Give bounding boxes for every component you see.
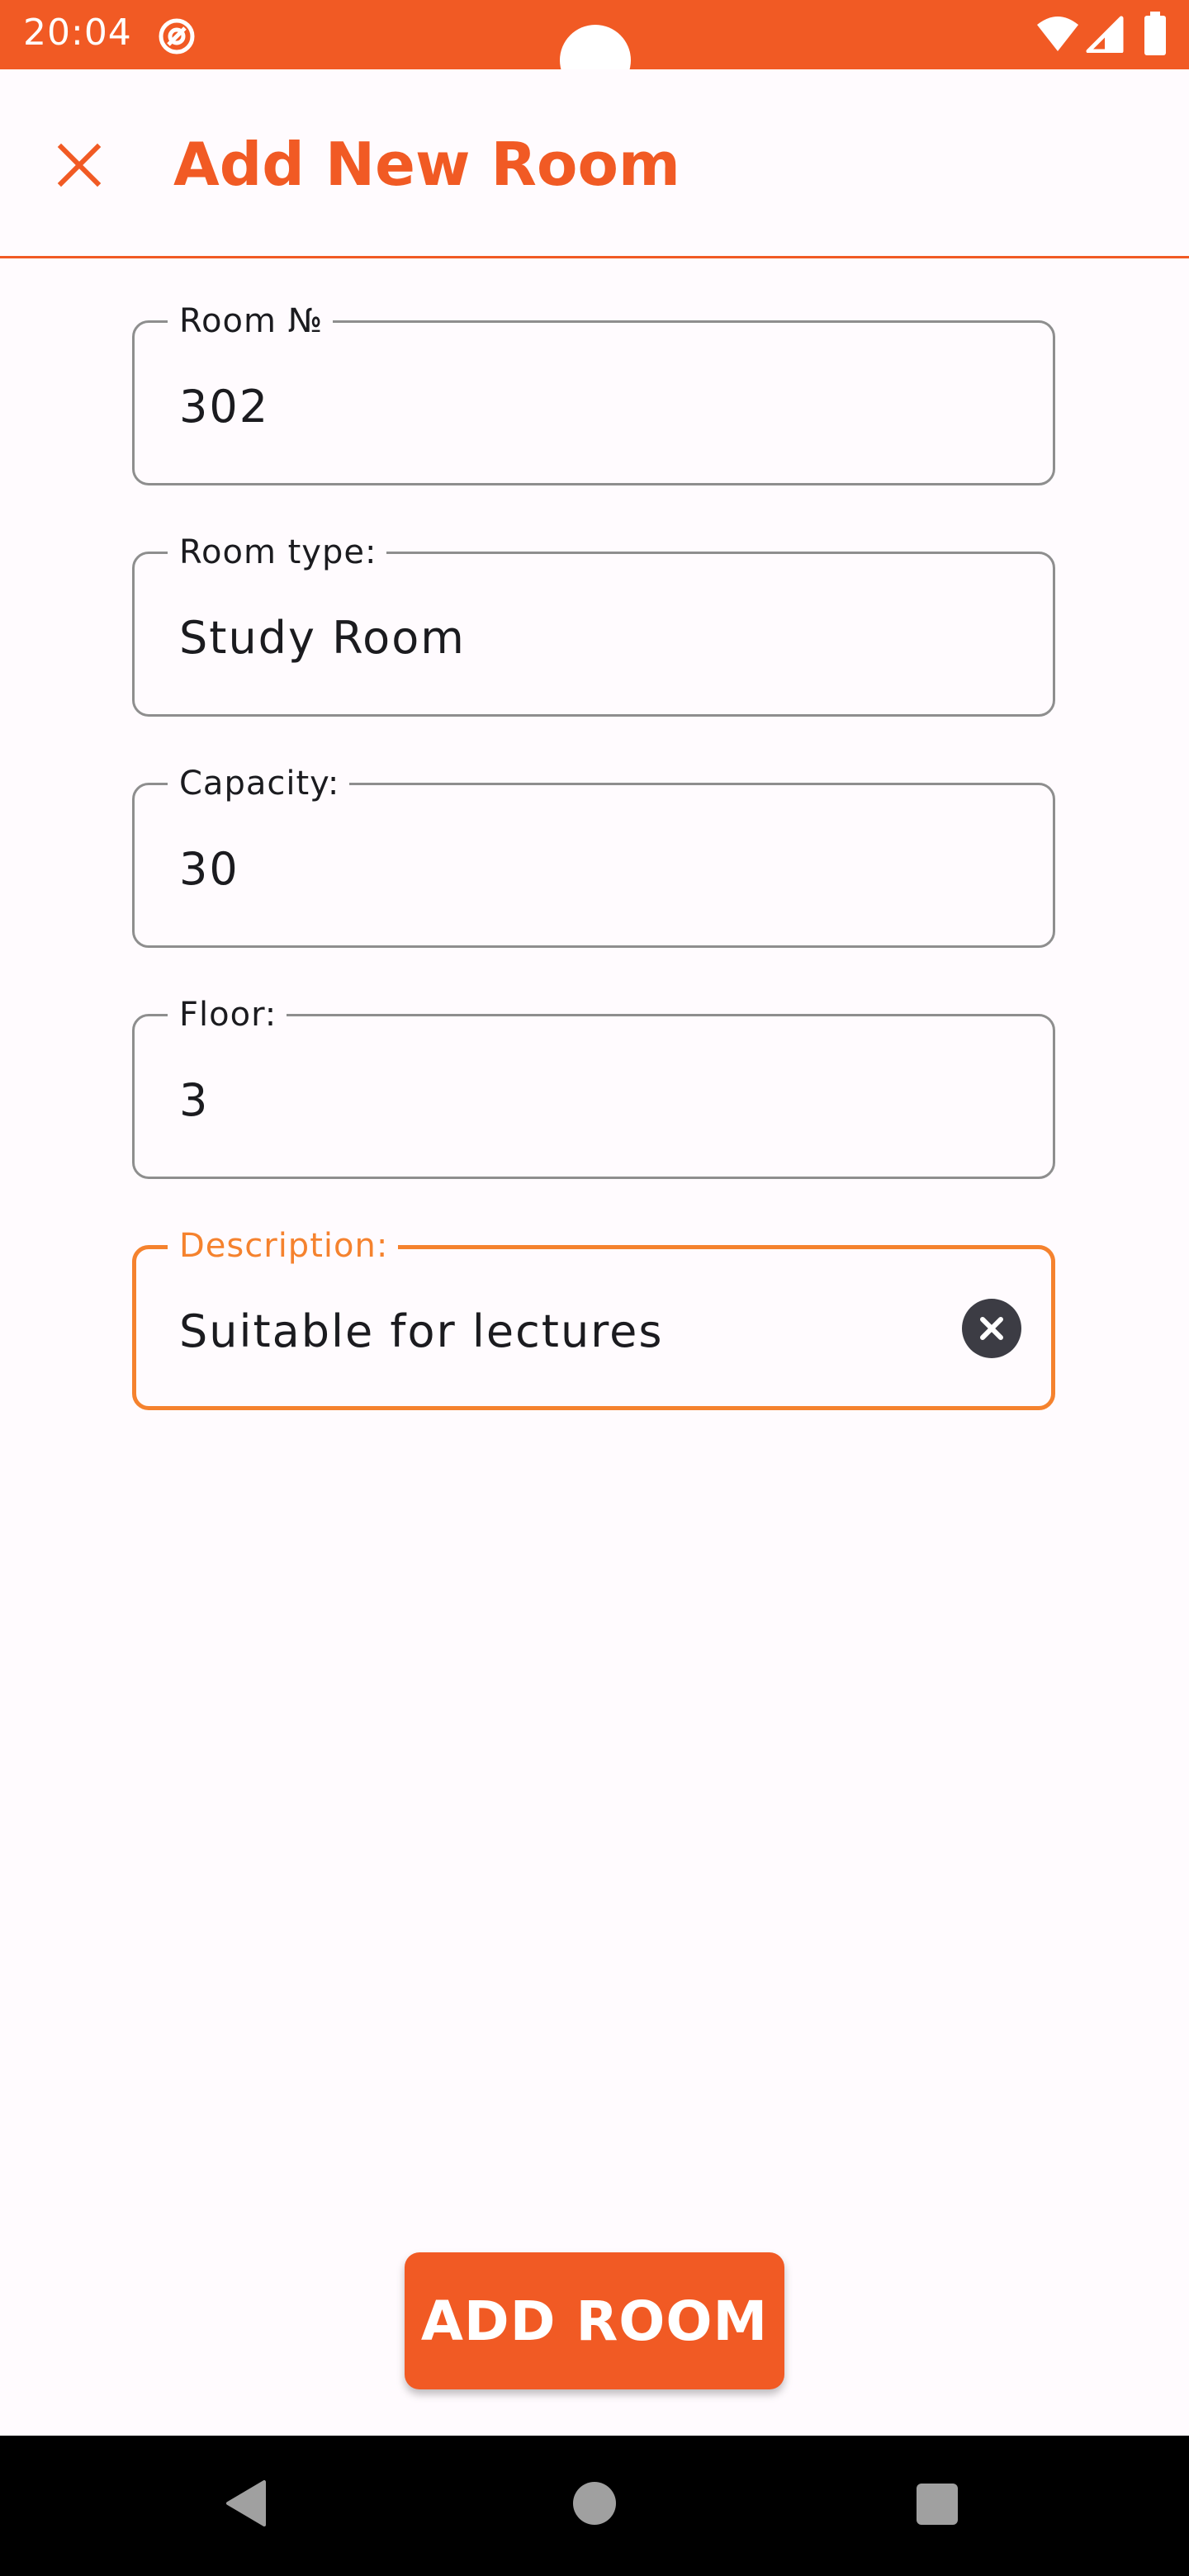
room-type-input[interactable]	[179, 600, 922, 675]
recents-square-icon[interactable]	[917, 2484, 958, 2525]
add-room-button[interactable]: ADD ROOM	[405, 2252, 784, 2389]
capacity-field[interactable]: Capacity:	[132, 765, 1055, 948]
floor-field[interactable]: Floor:	[132, 997, 1055, 1179]
room-number-field[interactable]: Room №	[132, 303, 1055, 485]
description-field[interactable]: Description:	[132, 1228, 1055, 1410]
room-number-label: Room №	[168, 303, 334, 339]
description-input[interactable]	[179, 1294, 922, 1368]
home-circle-icon[interactable]	[573, 2482, 616, 2525]
room-type-label: Room type:	[168, 534, 387, 571]
room-number-input[interactable]	[179, 369, 922, 443]
clear-circle-icon	[980, 1317, 1003, 1340]
status-time: 20:04	[23, 12, 132, 54]
clear-description-button[interactable]	[962, 1299, 1021, 1358]
page-title: Add New Room	[173, 130, 680, 199]
battery-icon	[1144, 12, 1166, 55]
signal-icon	[1086, 16, 1124, 53]
capacity-input[interactable]	[179, 831, 922, 906]
at-sign-icon	[159, 18, 195, 54]
back-triangle-icon[interactable]	[223, 2479, 272, 2528]
wifi-icon	[1037, 17, 1078, 51]
floor-input[interactable]	[179, 1063, 922, 1137]
close-button[interactable]	[45, 130, 114, 200]
status-bar: 20:04	[0, 0, 1189, 96]
capacity-label: Capacity:	[168, 765, 350, 802]
room-type-field[interactable]: Room type:	[132, 534, 1055, 717]
description-label: Description:	[168, 1228, 399, 1264]
app-bar: Add New Room	[0, 69, 1189, 258]
system-nav-bar	[0, 2436, 1189, 2576]
close-icon	[57, 143, 102, 187]
floor-label: Floor:	[168, 997, 287, 1033]
